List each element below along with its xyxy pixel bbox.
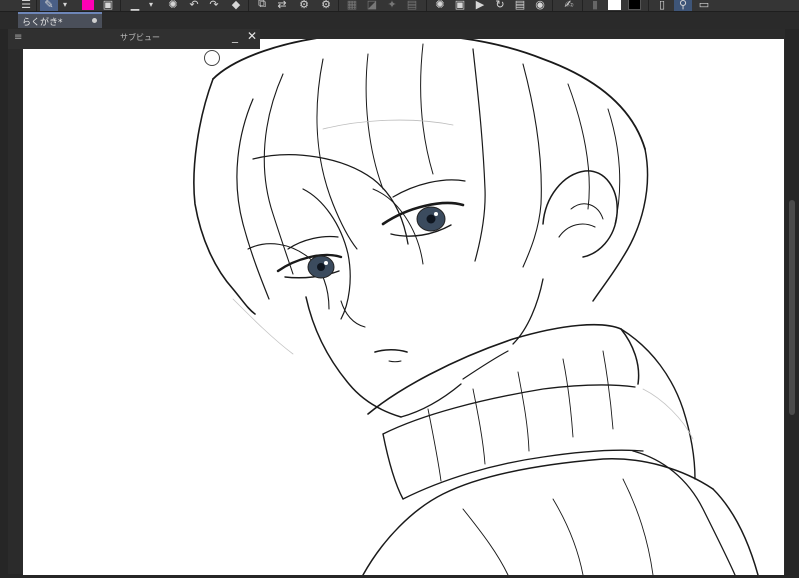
- transform-icon[interactable]: ⧉: [254, 0, 270, 11]
- toolbar-divider: [582, 0, 583, 11]
- magenta-swatch: [82, 0, 94, 10]
- pen-pressure-icon[interactable]: ▮: [588, 0, 602, 11]
- pen-pressure-icon[interactable]: ✍: [560, 0, 578, 11]
- toolbar-divider: [248, 0, 249, 11]
- toolbar-divider: [426, 0, 427, 11]
- loading-icon[interactable]: ✺: [165, 0, 181, 11]
- phone-icon[interactable]: ▯: [654, 0, 670, 11]
- undo-icon[interactable]: ↶: [186, 0, 202, 11]
- document-tab[interactable]: らくがき*: [18, 12, 102, 28]
- redo-icon[interactable]: ↷: [206, 0, 222, 11]
- unsaved-dot-icon: [92, 18, 97, 23]
- document-tab-label: らくがき*: [22, 17, 63, 28]
- white-swatch-icon[interactable]: [606, 0, 622, 11]
- brush-icon[interactable]: ✦: [384, 0, 400, 11]
- white-swatch: [607, 0, 621, 10]
- menu-icon[interactable]: ☰: [18, 0, 34, 11]
- pen-icon[interactable]: ✎: [40, 0, 58, 11]
- search-icon[interactable]: ⚲: [674, 0, 692, 11]
- drawing-canvas[interactable]: [23, 39, 784, 575]
- save-icon[interactable]: ▤: [512, 0, 528, 11]
- toolbar-divider: [648, 0, 649, 11]
- minimize-button[interactable]: _: [232, 29, 238, 43]
- left-panel-strip: [0, 29, 8, 578]
- toolbar-divider: [338, 0, 339, 11]
- panel-icon[interactable]: ▭: [696, 0, 712, 11]
- sub-view-title: サブビュー: [120, 33, 160, 42]
- top-toolbar: ☰ ✎ ▾ ▣ ▁ ▾ ✺ ↶ ↷ ◆ ⧉ ⇄ ⚙ ⚙ ▦ ◪ ✦ ▤ ✺ ▣ …: [0, 0, 799, 12]
- settings-icon[interactable]: ⚙: [296, 0, 312, 11]
- eraser-icon[interactable]: ✺: [432, 0, 448, 11]
- color-swap-icon[interactable]: [80, 0, 96, 11]
- sub-view-panel-edge: [8, 46, 260, 49]
- pencil-icon[interactable]: ▤: [404, 0, 420, 11]
- brush-cursor: [204, 50, 220, 66]
- toolbar-divider: [120, 0, 121, 11]
- chevron-down-icon[interactable]: ▾: [146, 0, 156, 11]
- black-swatch-icon[interactable]: [626, 0, 642, 11]
- line-art-illustration: [193, 39, 759, 575]
- line-icon[interactable]: ▁: [127, 0, 143, 11]
- ruler-icon[interactable]: ◪: [364, 0, 380, 11]
- palette-icon[interactable]: ◉: [532, 0, 548, 11]
- panel-menu-icon[interactable]: ≡: [14, 32, 22, 43]
- layer-icon[interactable]: ▣: [100, 0, 116, 11]
- redo-icon[interactable]: ↻: [492, 0, 508, 11]
- settings-icon[interactable]: ⚙: [318, 0, 334, 11]
- black-swatch: [627, 0, 641, 10]
- sub-view-panel-header[interactable]: ≡ サブビュー _ ✕: [8, 29, 260, 46]
- close-button[interactable]: ✕: [247, 29, 257, 43]
- document-tab-bar: らくがき*: [0, 12, 799, 29]
- flip-icon[interactable]: ⇄: [274, 0, 290, 11]
- toolbar-divider: [552, 0, 553, 11]
- grid-icon[interactable]: ▦: [344, 0, 360, 11]
- chevron-down-icon[interactable]: ▾: [60, 0, 70, 11]
- copy-icon[interactable]: ▣: [452, 0, 468, 11]
- toolbar-divider: [36, 0, 37, 11]
- scrollbar-thumb[interactable]: [789, 200, 795, 415]
- play-icon[interactable]: ▶: [472, 0, 488, 11]
- fill-icon[interactable]: ◆: [228, 0, 244, 11]
